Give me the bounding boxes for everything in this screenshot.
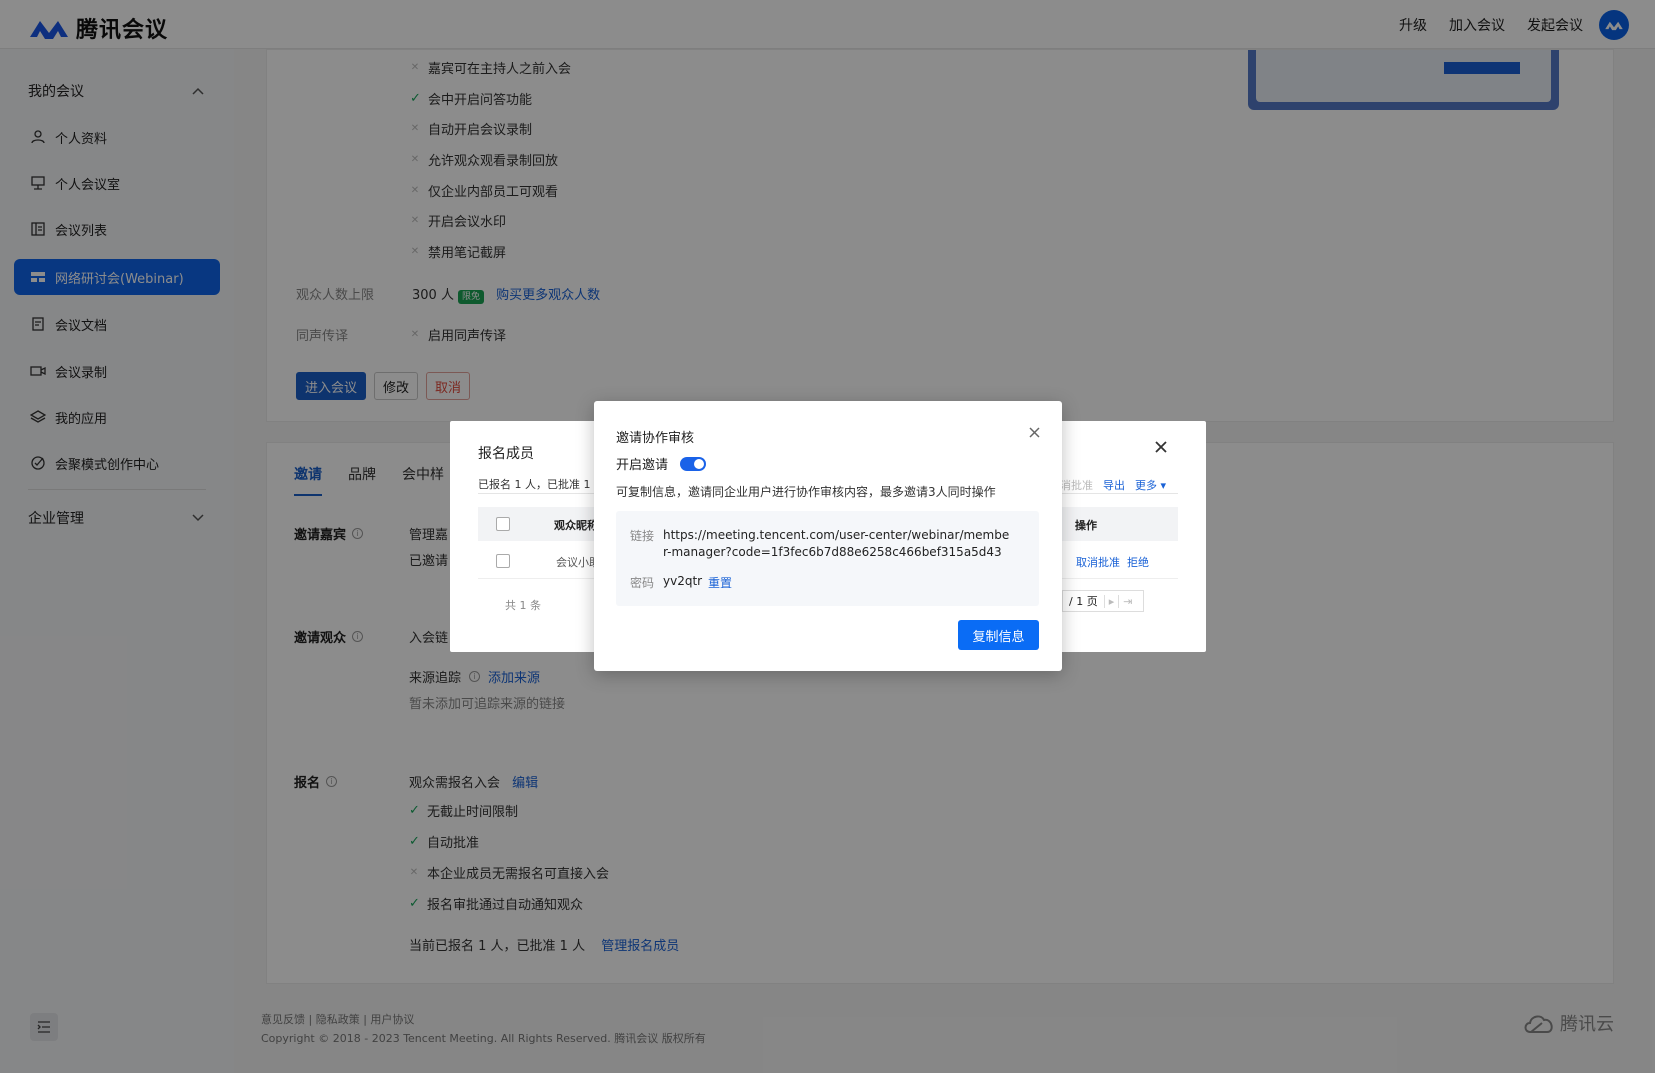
- link-label: 链接: [630, 529, 655, 543]
- registrants-summary: 已报名 1 人，已批准 1 人: [478, 478, 605, 491]
- total-count: 共 1 条: [505, 599, 541, 612]
- invite-dialog-close-icon[interactable]: [1029, 427, 1040, 442]
- invite-link-value: https://meeting.tencent.com/user-center/…: [663, 528, 1010, 559]
- row-checkbox[interactable]: [496, 554, 510, 568]
- row-actions: 取消批准 拒绝: [1076, 554, 1149, 570]
- col-nickname: 观众昵称: [554, 519, 598, 532]
- invite-dialog-title: 邀请协作审核: [616, 431, 695, 446]
- invite-toggle-row: 开启邀请: [616, 454, 707, 473]
- registrants-actions: 消批准 导出 更多 ▾: [1060, 477, 1166, 493]
- unapprove-link[interactable]: 取消批准: [1076, 554, 1120, 570]
- more-dropdown[interactable]: 更多 ▾: [1135, 477, 1166, 493]
- select-all-checkbox[interactable]: [496, 517, 510, 531]
- export-link[interactable]: 导出: [1103, 477, 1125, 493]
- next-page-icon[interactable]: ▸: [1103, 594, 1119, 608]
- password-value: yv2qtr: [663, 574, 703, 588]
- last-page-icon[interactable]: ⇥: [1118, 594, 1136, 608]
- reject-link[interactable]: 拒绝: [1127, 554, 1149, 570]
- more-label: 更多: [1135, 479, 1157, 492]
- invite-info-box: 链接 https://meeting.tencent.com/user-cent…: [616, 511, 1039, 606]
- invite-toggle-switch[interactable]: [680, 456, 707, 471]
- registrants-dialog-title: 报名成员: [478, 446, 534, 462]
- registrants-close-icon[interactable]: [1154, 440, 1168, 458]
- bulk-unapprove-link[interactable]: 消批准: [1060, 477, 1093, 493]
- reset-password-link[interactable]: 重置: [708, 574, 732, 591]
- page-indicator: / 1 页: [1069, 595, 1098, 608]
- caret-down-icon: ▾: [1160, 479, 1167, 492]
- invite-toggle-label: 开启邀请: [616, 458, 669, 473]
- password-label: 密码: [630, 576, 655, 590]
- invite-review-dialog: 邀请协作审核 开启邀请 可复制信息，邀请同企业用户进行协作审核内容，最多邀请3人…: [594, 401, 1062, 671]
- invite-description: 可复制信息，邀请同企业用户进行协作审核内容，最多邀请3人同时操作: [616, 485, 996, 499]
- pagination: / 1 页 ▸ ⇥: [1062, 590, 1144, 612]
- col-action: 操作: [1075, 519, 1097, 532]
- copy-info-button[interactable]: 复制信息: [958, 620, 1039, 650]
